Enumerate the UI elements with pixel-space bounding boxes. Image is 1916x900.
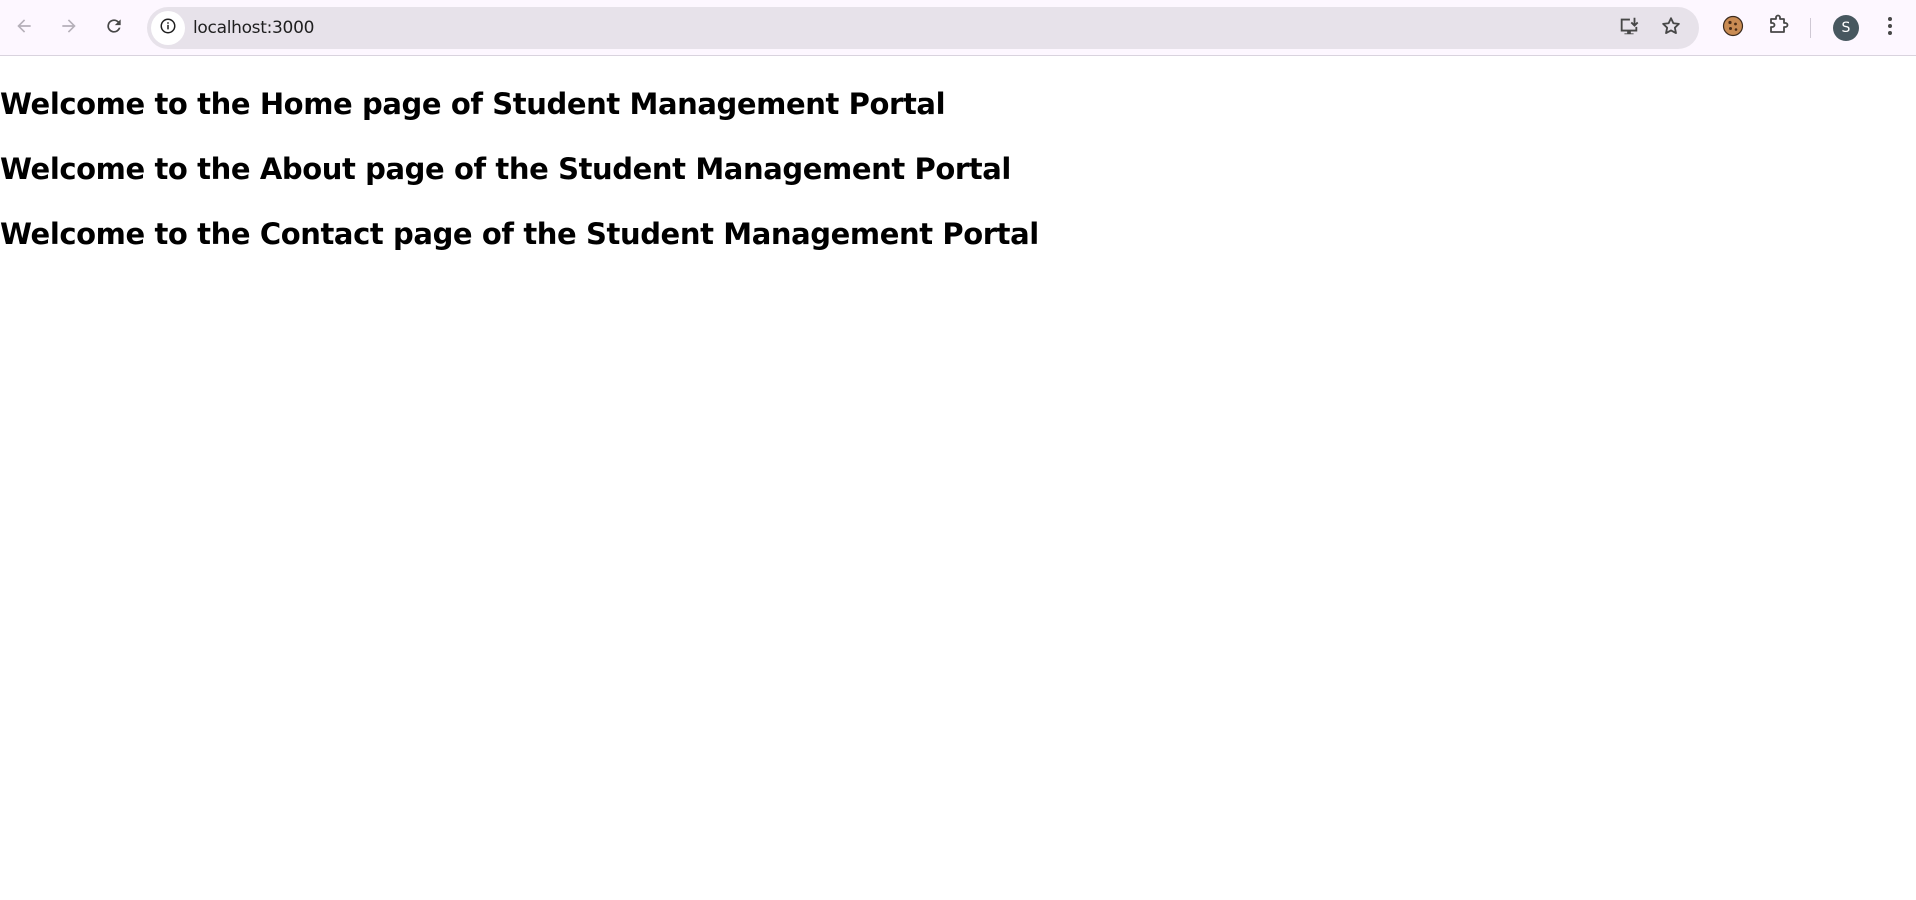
arrow-left-icon	[14, 16, 34, 41]
install-app-button[interactable]	[1615, 14, 1643, 42]
browser-toolbar: localhost:3000 S	[0, 0, 1916, 56]
cookie-icon	[1721, 14, 1745, 43]
address-bar[interactable]: localhost:3000	[147, 7, 1699, 49]
reload-button[interactable]	[96, 10, 132, 46]
kebab-menu-icon	[1878, 14, 1902, 43]
reload-icon	[104, 16, 124, 41]
back-button[interactable]	[6, 10, 42, 46]
browser-menu-button[interactable]	[1875, 13, 1905, 43]
home-heading: Welcome to the Home page of Student Mana…	[0, 87, 946, 121]
cookie-extension-button[interactable]	[1718, 13, 1748, 43]
arrow-right-icon	[59, 16, 79, 41]
install-app-icon	[1618, 15, 1640, 42]
puzzle-icon	[1766, 14, 1790, 43]
extensions-button[interactable]	[1763, 13, 1793, 43]
toolbar-divider	[1810, 18, 1811, 38]
site-info-button[interactable]	[151, 11, 185, 45]
contact-heading: Welcome to the Contact page of the Stude…	[0, 217, 1039, 251]
star-icon	[1660, 15, 1682, 42]
url-text[interactable]: localhost:3000	[193, 7, 314, 49]
forward-button[interactable]	[51, 10, 87, 46]
bookmark-button[interactable]	[1657, 14, 1685, 42]
info-icon	[159, 17, 177, 40]
profile-avatar[interactable]: S	[1833, 15, 1859, 41]
about-heading: Welcome to the About page of the Student…	[0, 152, 1011, 186]
